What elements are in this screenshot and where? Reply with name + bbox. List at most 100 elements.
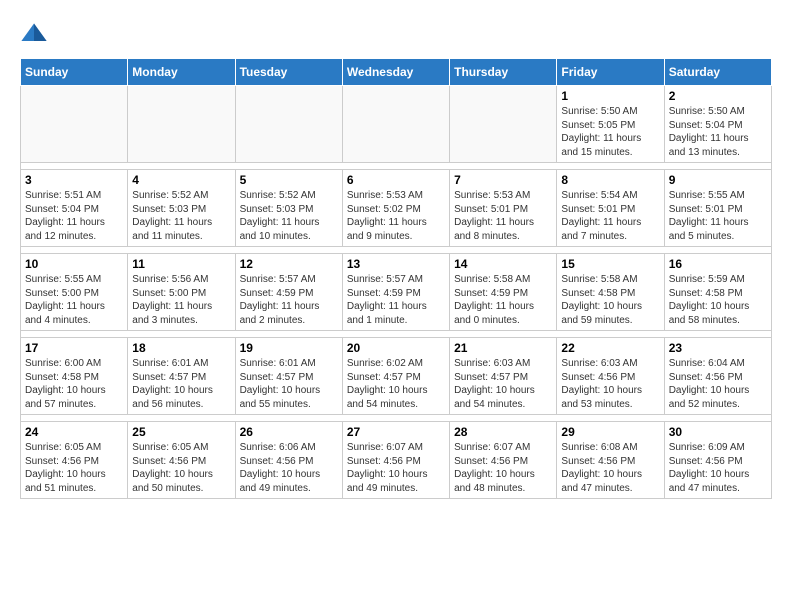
calendar-day-cell: 22Sunrise: 6:03 AMSunset: 4:56 PMDayligh… [557, 338, 664, 415]
day-info-line: Sunrise: 6:01 AM [132, 357, 230, 371]
day-info-line: Sunset: 4:57 PM [240, 371, 338, 385]
day-number: 1 [561, 89, 659, 103]
day-info-line: Sunrise: 5:52 AM [240, 189, 338, 203]
calendar-day-cell: 2Sunrise: 5:50 AMSunset: 5:04 PMDaylight… [664, 86, 771, 163]
day-number: 29 [561, 425, 659, 439]
day-info-line: Daylight: 10 hours and 47 minutes. [561, 468, 659, 495]
calendar-body: 1Sunrise: 5:50 AMSunset: 5:05 PMDaylight… [21, 86, 772, 499]
day-info-line: Daylight: 11 hours and 3 minutes. [132, 300, 230, 327]
day-info-line: Sunset: 4:59 PM [240, 287, 338, 301]
calendar-day-cell: 26Sunrise: 6:06 AMSunset: 4:56 PMDayligh… [235, 422, 342, 499]
day-info-line: Sunrise: 6:02 AM [347, 357, 445, 371]
day-info-line: Daylight: 11 hours and 9 minutes. [347, 216, 445, 243]
calendar-week-row: 1Sunrise: 5:50 AMSunset: 5:05 PMDaylight… [21, 86, 772, 163]
day-info-line: Sunrise: 6:06 AM [240, 441, 338, 455]
calendar-row-spacer [21, 247, 772, 254]
calendar-day-cell: 25Sunrise: 6:05 AMSunset: 4:56 PMDayligh… [128, 422, 235, 499]
day-info-line: Sunrise: 6:07 AM [454, 441, 552, 455]
day-info-line: Sunrise: 5:56 AM [132, 273, 230, 287]
day-info-line: Sunrise: 6:01 AM [240, 357, 338, 371]
day-info-line: Daylight: 11 hours and 11 minutes. [132, 216, 230, 243]
calendar-day-cell: 9Sunrise: 5:55 AMSunset: 5:01 PMDaylight… [664, 170, 771, 247]
calendar-day-cell [128, 86, 235, 163]
day-info-line: Daylight: 10 hours and 59 minutes. [561, 300, 659, 327]
day-info-line: Sunrise: 6:08 AM [561, 441, 659, 455]
calendar-week-row: 10Sunrise: 5:55 AMSunset: 5:00 PMDayligh… [21, 254, 772, 331]
day-number: 6 [347, 173, 445, 187]
day-info-line: Daylight: 11 hours and 7 minutes. [561, 216, 659, 243]
day-number: 4 [132, 173, 230, 187]
day-info-line: Sunrise: 6:04 AM [669, 357, 767, 371]
day-info-line: Sunrise: 5:58 AM [454, 273, 552, 287]
calendar-day-cell [450, 86, 557, 163]
day-info-line: Daylight: 11 hours and 15 minutes. [561, 132, 659, 159]
day-info-line: Daylight: 10 hours and 49 minutes. [347, 468, 445, 495]
day-number: 20 [347, 341, 445, 355]
calendar-day-cell: 21Sunrise: 6:03 AMSunset: 4:57 PMDayligh… [450, 338, 557, 415]
page-header [20, 20, 772, 48]
day-info-line: Sunset: 5:02 PM [347, 203, 445, 217]
calendar-week-row: 17Sunrise: 6:00 AMSunset: 4:58 PMDayligh… [21, 338, 772, 415]
day-number: 9 [669, 173, 767, 187]
day-info-line: Sunset: 4:59 PM [454, 287, 552, 301]
calendar-week-row: 3Sunrise: 5:51 AMSunset: 5:04 PMDaylight… [21, 170, 772, 247]
day-info-line: Sunset: 5:05 PM [561, 119, 659, 133]
day-info-line: Sunset: 5:01 PM [454, 203, 552, 217]
calendar-day-cell: 6Sunrise: 5:53 AMSunset: 5:02 PMDaylight… [342, 170, 449, 247]
calendar-spacer-row [21, 163, 772, 170]
calendar-day-cell [235, 86, 342, 163]
calendar-spacer-row [21, 331, 772, 338]
calendar-row-spacer [21, 331, 772, 338]
day-number: 26 [240, 425, 338, 439]
day-number: 13 [347, 257, 445, 271]
calendar-day-cell: 20Sunrise: 6:02 AMSunset: 4:57 PMDayligh… [342, 338, 449, 415]
calendar-day-cell: 24Sunrise: 6:05 AMSunset: 4:56 PMDayligh… [21, 422, 128, 499]
day-info-line: Sunset: 4:56 PM [561, 371, 659, 385]
day-info-line: Daylight: 11 hours and 8 minutes. [454, 216, 552, 243]
day-info-line: Daylight: 10 hours and 53 minutes. [561, 384, 659, 411]
day-info-line: Daylight: 11 hours and 2 minutes. [240, 300, 338, 327]
calendar-day-cell: 13Sunrise: 5:57 AMSunset: 4:59 PMDayligh… [342, 254, 449, 331]
day-info-line: Sunset: 4:57 PM [454, 371, 552, 385]
day-info-line: Sunrise: 6:07 AM [347, 441, 445, 455]
weekday-header-cell: Tuesday [235, 59, 342, 86]
day-info-line: Sunset: 5:04 PM [669, 119, 767, 133]
day-info-line: Sunset: 5:00 PM [132, 287, 230, 301]
calendar-day-cell: 11Sunrise: 5:56 AMSunset: 5:00 PMDayligh… [128, 254, 235, 331]
calendar-day-cell: 28Sunrise: 6:07 AMSunset: 4:56 PMDayligh… [450, 422, 557, 499]
day-number: 27 [347, 425, 445, 439]
day-info-line: Daylight: 10 hours and 50 minutes. [132, 468, 230, 495]
day-number: 8 [561, 173, 659, 187]
day-info-line: Daylight: 10 hours and 47 minutes. [669, 468, 767, 495]
day-number: 25 [132, 425, 230, 439]
calendar-day-cell: 12Sunrise: 5:57 AMSunset: 4:59 PMDayligh… [235, 254, 342, 331]
day-info-line: Daylight: 10 hours and 55 minutes. [240, 384, 338, 411]
day-info-line: Sunset: 4:56 PM [669, 371, 767, 385]
day-info-line: Sunrise: 5:54 AM [561, 189, 659, 203]
day-info-line: Sunset: 5:01 PM [561, 203, 659, 217]
day-info-line: Sunset: 4:56 PM [454, 455, 552, 469]
day-info-line: Sunrise: 5:58 AM [561, 273, 659, 287]
day-info-line: Sunset: 4:59 PM [347, 287, 445, 301]
day-info-line: Sunrise: 6:03 AM [561, 357, 659, 371]
weekday-header-cell: Sunday [21, 59, 128, 86]
calendar-day-cell [342, 86, 449, 163]
day-info-line: Sunset: 4:58 PM [669, 287, 767, 301]
day-info-line: Daylight: 10 hours and 56 minutes. [132, 384, 230, 411]
day-info-line: Sunrise: 6:03 AM [454, 357, 552, 371]
day-info-line: Sunset: 4:58 PM [25, 371, 123, 385]
day-info-line: Sunrise: 5:51 AM [25, 189, 123, 203]
day-info-line: Sunset: 4:56 PM [561, 455, 659, 469]
day-info-line: Sunrise: 5:52 AM [132, 189, 230, 203]
day-info-line: Daylight: 10 hours and 54 minutes. [454, 384, 552, 411]
day-info-line: Sunset: 4:56 PM [25, 455, 123, 469]
day-info-line: Daylight: 10 hours and 54 minutes. [347, 384, 445, 411]
day-number: 19 [240, 341, 338, 355]
day-info-line: Sunset: 5:03 PM [132, 203, 230, 217]
calendar-day-cell: 17Sunrise: 6:00 AMSunset: 4:58 PMDayligh… [21, 338, 128, 415]
logo-icon [20, 20, 48, 48]
calendar-day-cell: 4 Sunrise: 5:52 AMSunset: 5:03 PMDaylight… [128, 170, 235, 247]
day-info-line: Daylight: 11 hours and 0 minutes. [454, 300, 552, 327]
calendar-table: SundayMondayTuesdayWednesdayThursdayFrid… [20, 58, 772, 499]
day-info-line: Daylight: 10 hours and 49 minutes. [240, 468, 338, 495]
